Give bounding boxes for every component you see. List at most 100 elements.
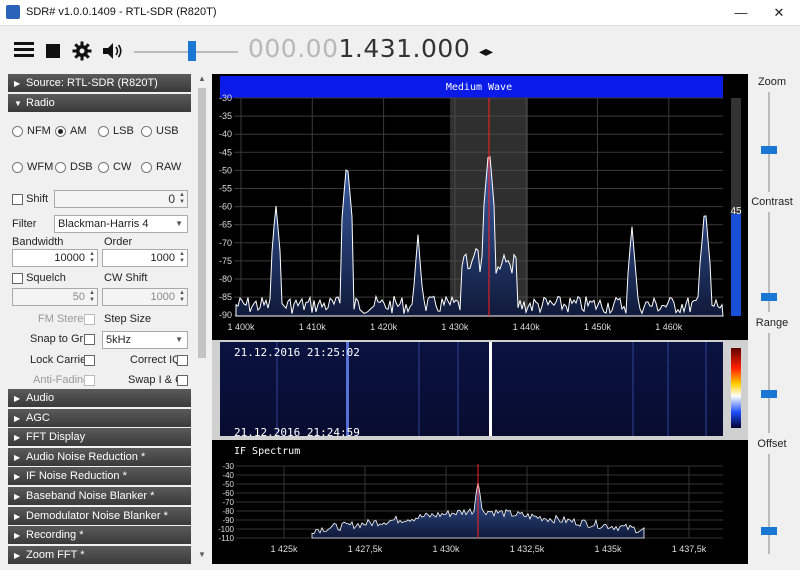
radio-section-header[interactable]: ▼ Radio	[8, 94, 191, 112]
swap-iq-checkbox[interactable]	[177, 374, 188, 386]
filter-value: Blackman-Harris 4	[58, 218, 149, 230]
db-tick-label: -35	[219, 111, 232, 121]
frequency-step-arrows-icon[interactable]: ◂▸	[479, 43, 493, 60]
mode-radio-dsb[interactable]: DSB	[55, 161, 93, 173]
spinner-icon[interactable]: ▲ ▼	[89, 251, 95, 265]
zoom-label: Zoom	[757, 76, 787, 88]
db-tick-label: -75	[219, 256, 232, 266]
expand-arrow-icon: ▶	[14, 492, 21, 501]
squelch-label: Squelch	[26, 272, 66, 284]
radio-button[interactable]	[55, 161, 66, 173]
gear-icon[interactable]	[72, 41, 92, 61]
section-header-recording[interactable]: ▶ Recording *	[8, 526, 191, 545]
volume-slider-thumb[interactable]	[188, 41, 196, 61]
mode-label: AM	[70, 125, 87, 137]
if-frequency-tick-label: 1 430k	[432, 544, 460, 554]
radio-button[interactable]	[141, 161, 152, 173]
order-field[interactable]: 1000 ▲ ▼	[102, 249, 188, 267]
section-header-baseband-noise-blanker[interactable]: ▶ Baseband Noise Blanker *	[8, 487, 191, 505]
spinner-icon[interactable]: ▲ ▼	[89, 290, 95, 304]
hamburger-menu-icon[interactable]	[14, 42, 34, 58]
if-db-tick-label: -100	[218, 525, 235, 534]
radio-button[interactable]	[98, 125, 109, 137]
contrast-label: Contrast	[751, 196, 793, 208]
scroll-up-icon[interactable]: ▲	[196, 74, 208, 83]
if-db-tick-label: -90	[222, 516, 234, 525]
close-button[interactable]: ✕	[764, 3, 794, 23]
scrollbar-thumb[interactable]	[198, 88, 206, 358]
lock-carrier-checkbox[interactable]	[84, 354, 95, 366]
shift-checkbox[interactable]	[12, 193, 23, 205]
radio-button[interactable]	[12, 161, 23, 173]
section-header-audio-noise-reduction[interactable]: ▶ Audio Noise Reduction *	[8, 447, 191, 466]
squelch-value: 50	[72, 291, 85, 303]
snap-to-grid-checkbox[interactable]	[84, 333, 95, 345]
squelch-field[interactable]: 50 ▲ ▼	[12, 288, 98, 306]
source-section-header[interactable]: ▶ Source: RTL-SDR (R820T)	[8, 74, 191, 92]
collapse-arrow-icon: ▼	[14, 99, 22, 108]
mode-radio-am[interactable]: AM	[55, 125, 87, 137]
range-slider-thumb[interactable]	[761, 390, 777, 398]
mode-label: DSB	[70, 161, 93, 173]
zoom-slider-thumb[interactable]	[761, 146, 777, 154]
if-frequency-tick-label: 1 432,5k	[510, 544, 545, 554]
mode-radio-cw[interactable]: CW	[98, 161, 131, 173]
section-label: IF Noise Reduction *	[26, 470, 127, 483]
frequency-tick-label: 1 440k	[513, 322, 541, 332]
spectrum-svg[interactable]: Medium Wave -30-35-40-45-50-55-60-65-70-…	[212, 74, 748, 564]
zoom-slider-track[interactable]	[768, 92, 770, 192]
radio-button[interactable]	[12, 125, 23, 137]
section-header-zoom-fft[interactable]: ▶ Zoom FFT *	[8, 545, 191, 564]
spinner-icon[interactable]: ▲ ▼	[179, 192, 185, 206]
stop-icon[interactable]	[46, 44, 60, 58]
panel-scrollbar[interactable]: ▲ ▼	[196, 74, 208, 564]
speaker-icon[interactable]	[102, 42, 124, 60]
shift-checkbox-row[interactable]: Shift	[12, 193, 48, 205]
bandwidth-label: Bandwidth	[12, 236, 64, 248]
offset-slider-thumb[interactable]	[761, 527, 777, 535]
shift-field[interactable]: 0 ▲ ▼	[54, 190, 188, 208]
radio-button[interactable]	[141, 125, 152, 137]
section-header-agc[interactable]: ▶ AGC	[8, 408, 191, 427]
mode-radio-raw[interactable]: RAW	[141, 161, 181, 173]
mode-radio-wfm[interactable]: WFM	[12, 161, 53, 173]
spectrum-display-area[interactable]: Medium Wave -30 -35 -40 -45 -50 -55 -60 -65 -70-…	[212, 74, 748, 564]
correct-iq-label: Correct IQ	[130, 354, 181, 366]
radio-button[interactable]	[55, 125, 66, 137]
contrast-slider-thumb[interactable]	[761, 293, 777, 301]
anti-fading-checkbox[interactable]	[84, 374, 95, 386]
squelch-checkbox-row[interactable]: Squelch	[12, 272, 66, 284]
minimize-button[interactable]: —	[726, 3, 756, 23]
section-label: AGC	[26, 411, 50, 424]
snap-to-grid-label: Snap to Grid	[30, 333, 92, 345]
section-header-audio[interactable]: ▶ Audio	[8, 389, 191, 407]
chevron-down-icon: ▼	[175, 219, 183, 228]
spinner-icon[interactable]: ▲ ▼	[179, 290, 185, 304]
mode-radio-lsb[interactable]: LSB	[98, 125, 134, 137]
scroll-down-icon[interactable]: ▼	[196, 550, 208, 559]
section-header-demodulator-noise-blanker[interactable]: ▶ Demodulator Noise Blanker *	[8, 506, 191, 525]
radio-button[interactable]	[98, 161, 109, 173]
frequency-display[interactable]: 000.001.431.000	[248, 34, 470, 63]
section-label: Audio Noise Reduction *	[26, 450, 146, 463]
range-slider-track[interactable]	[768, 333, 770, 433]
bandwidth-field[interactable]: 10000 ▲ ▼	[12, 249, 98, 267]
squelch-checkbox[interactable]	[12, 272, 23, 284]
section-header-fft-display[interactable]: ▶ FFT Display	[8, 428, 191, 447]
mode-radio-nfm[interactable]: NFM	[12, 125, 51, 137]
volume-slider-track[interactable]	[134, 51, 238, 53]
section-label: Source: RTL-SDR (R820T)	[26, 77, 158, 89]
anti-fading-label: Anti-Fading	[33, 374, 90, 386]
spinner-icon[interactable]: ▲ ▼	[179, 251, 185, 265]
cw-shift-field[interactable]: 1000 ▲ ▼	[102, 288, 188, 306]
correct-iq-checkbox[interactable]	[177, 354, 188, 366]
section-header-if-noise-reduction[interactable]: ▶ IF Noise Reduction *	[8, 467, 191, 486]
step-size-select[interactable]: 5kHz ▼	[102, 331, 188, 349]
offset-label: Offset	[757, 438, 787, 450]
cw-shift-label: CW Shift	[104, 272, 148, 284]
filter-select[interactable]: Blackman-Harris 4 ▼	[54, 215, 188, 233]
waterfall-carrier	[489, 342, 492, 436]
offset-slider-track[interactable]	[768, 454, 770, 554]
mode-radio-usb[interactable]: USB	[141, 125, 179, 137]
fm-stereo-checkbox[interactable]	[84, 313, 95, 325]
